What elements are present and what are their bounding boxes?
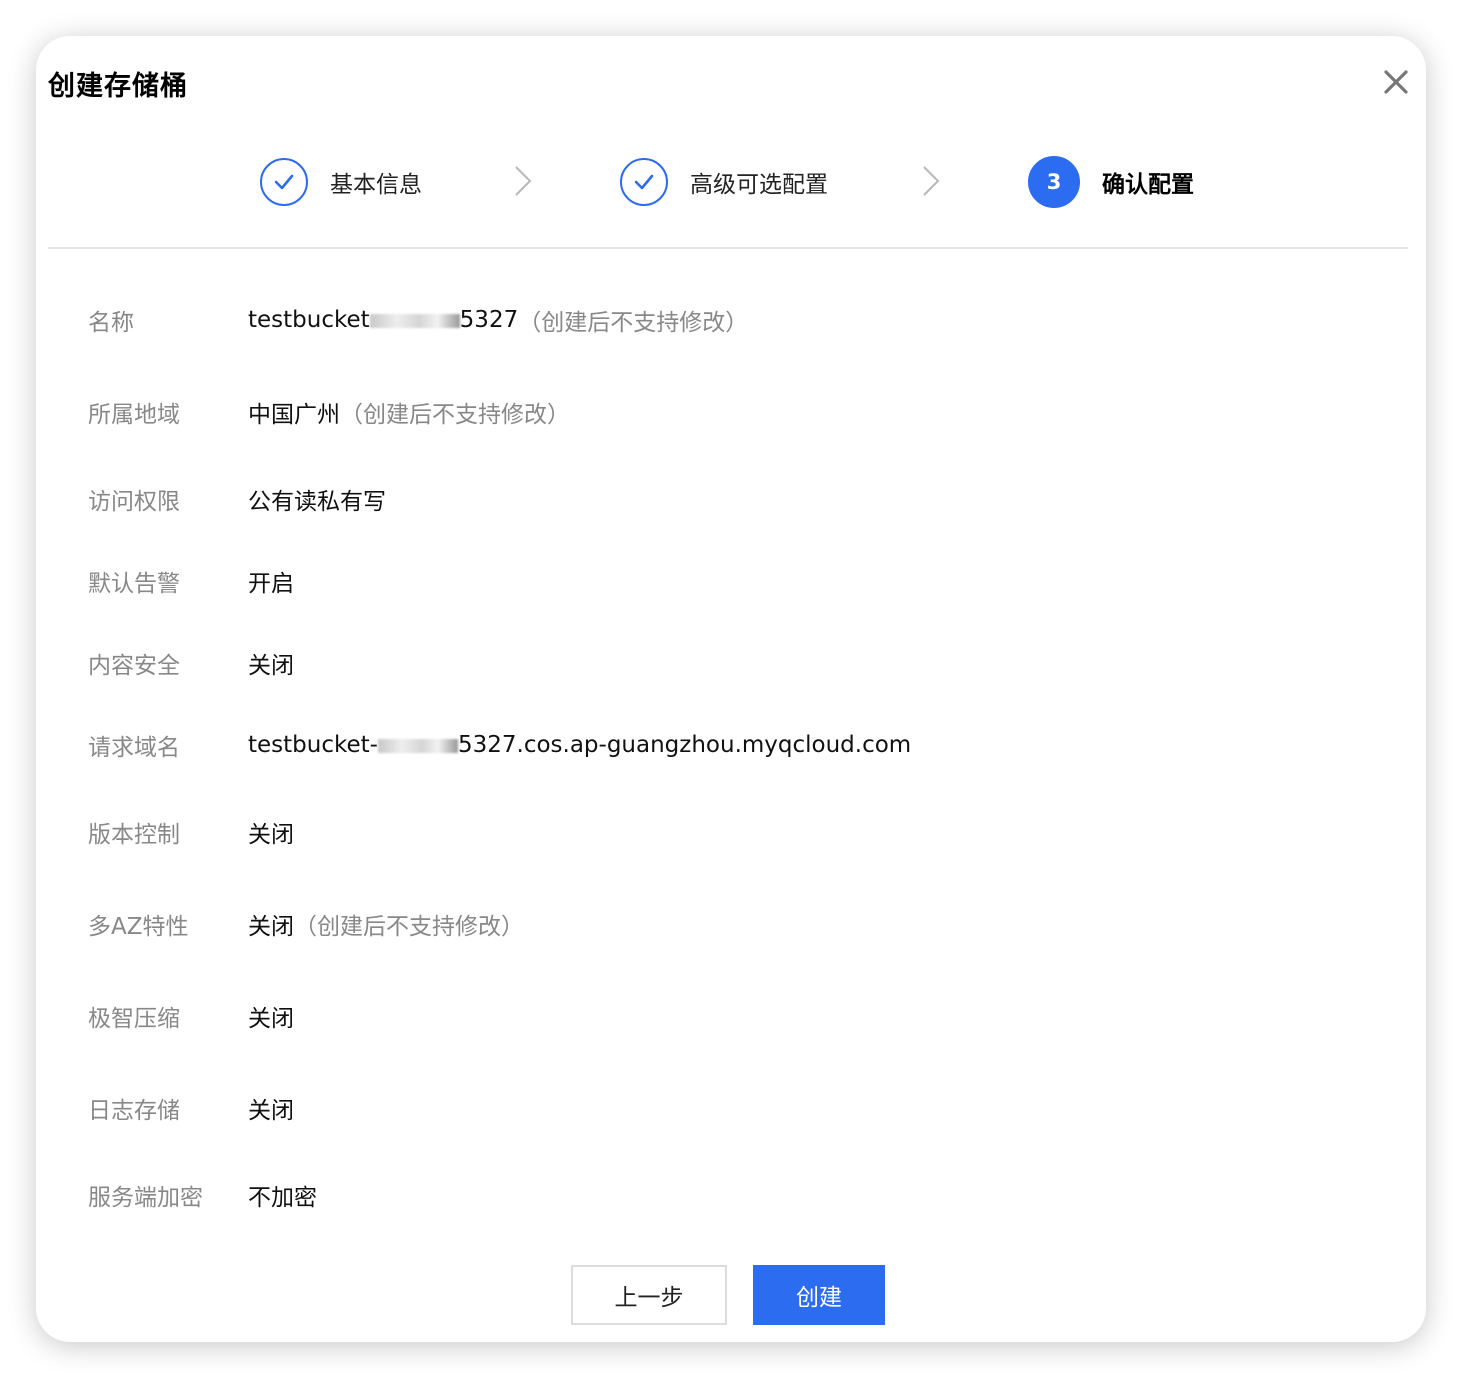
step-advanced-config: 高级可选配置 [620, 155, 828, 209]
step-2-label: 高级可选配置 [690, 172, 828, 198]
row-versioning: 版本控制 关闭 [88, 815, 294, 849]
row-content-security: 内容安全 关闭 [88, 646, 294, 680]
dialog-title: 创建存储桶 [48, 71, 188, 102]
step-1-label: 基本信息 [330, 172, 422, 198]
domain-value-prefix: testbucket- [248, 732, 378, 758]
region-value: 中国广州 [248, 402, 340, 428]
row-multi-az: 多AZ特性 关闭 （创建后不支持修改） [88, 907, 524, 941]
content-security-label: 内容安全 [88, 653, 180, 679]
alarm-label: 默认告警 [88, 571, 180, 597]
alarm-value: 开启 [248, 571, 294, 597]
row-encryption: 服务端加密 不加密 [88, 1178, 317, 1212]
log-storage-label: 日志存储 [88, 1098, 180, 1124]
row-compression: 极智压缩 关闭 [88, 999, 294, 1033]
row-access: 访问权限 公有读私有写 [88, 482, 386, 516]
create-button[interactable]: 创建 [753, 1265, 885, 1325]
row-alarm: 默认告警 开启 [88, 564, 294, 598]
name-value-suffix: 5327 [459, 307, 519, 333]
domain-value: testbucket- 5327.cos.ap-guangzhou.myqclou… [248, 732, 911, 758]
row-domain: 请求域名 testbucket- 5327.cos.ap-guangzhou.my… [88, 728, 911, 762]
close-icon[interactable] [1380, 66, 1412, 98]
domain-label: 请求域名 [88, 735, 180, 761]
log-storage-value: 关闭 [248, 1098, 294, 1124]
row-name: 名称 testbucket 5327 （创建后不支持修改） [88, 303, 748, 337]
multi-az-label: 多AZ特性 [88, 914, 189, 940]
step-3-number: 3 [1028, 156, 1080, 208]
region-note: （创建后不支持修改） [340, 402, 570, 428]
step-basic-info: 基本信息 [260, 155, 422, 209]
step-2-check-icon [620, 158, 668, 206]
check-icon [634, 174, 654, 190]
create-bucket-dialog: 创建存储桶 基本信息 高级可选配置 3 确认配置 名称 testbucket 5… [36, 36, 1426, 1342]
domain-value-suffix: 5327.cos.ap-guangzhou.myqcloud.com [457, 732, 912, 758]
chevron-right-icon [515, 166, 532, 196]
step-confirm-config: 3 确认配置 [1028, 155, 1194, 209]
multi-az-note: （创建后不支持修改） [294, 914, 524, 940]
name-label: 名称 [88, 310, 134, 336]
divider [48, 247, 1408, 249]
check-icon [274, 174, 294, 190]
content-security-value: 关闭 [248, 653, 294, 679]
compression-label: 极智压缩 [88, 1006, 180, 1032]
access-label: 访问权限 [88, 489, 180, 515]
name-value: testbucket 5327 [248, 307, 518, 333]
encryption-value: 不加密 [248, 1185, 317, 1211]
name-value-prefix: testbucket [248, 307, 370, 333]
access-value: 公有读私有写 [248, 489, 386, 515]
versioning-value: 关闭 [248, 822, 294, 848]
versioning-label: 版本控制 [88, 822, 180, 848]
redacted-mask [369, 313, 460, 328]
name-note: （创建后不支持修改） [518, 310, 749, 336]
encryption-label: 服务端加密 [88, 1185, 203, 1211]
redacted-mask [377, 738, 458, 753]
region-label: 所属地域 [88, 402, 180, 428]
step-3-label: 确认配置 [1102, 172, 1194, 198]
step-1-check-icon [260, 158, 308, 206]
row-log-storage: 日志存储 关闭 [88, 1091, 294, 1125]
row-region: 所属地域 中国广州 （创建后不支持修改） [88, 395, 570, 429]
chevron-right-icon [923, 166, 940, 196]
prev-step-button[interactable]: 上一步 [571, 1265, 727, 1325]
compression-value: 关闭 [248, 1006, 294, 1032]
multi-az-value: 关闭 [248, 914, 294, 940]
